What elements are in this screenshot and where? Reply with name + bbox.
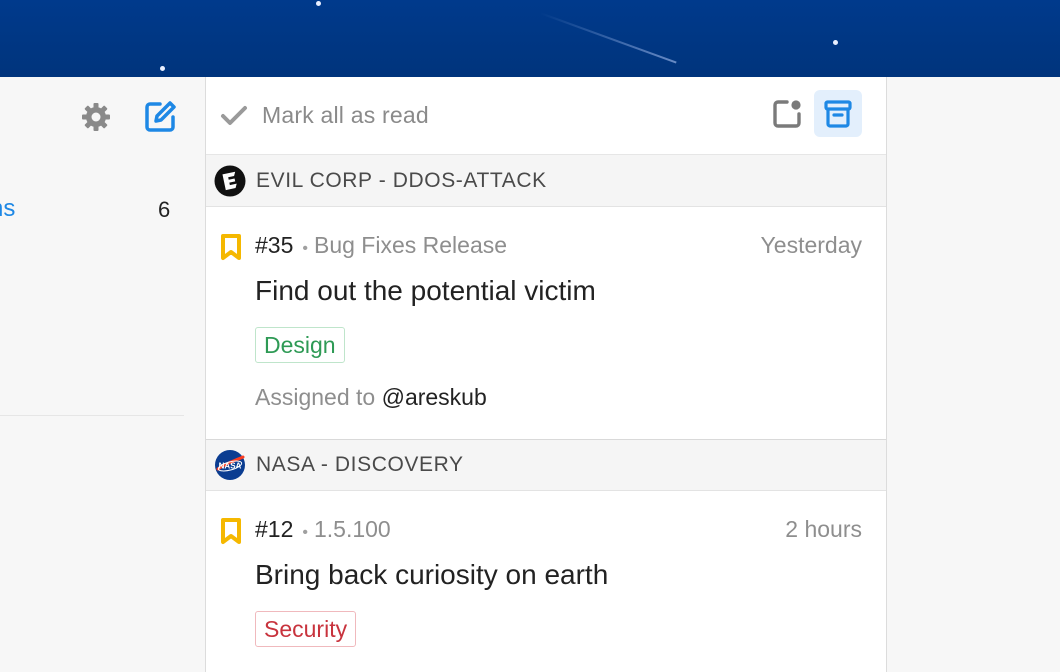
issue-number: #12 xyxy=(255,516,294,542)
mark-all-read-label: Mark all as read xyxy=(262,102,429,128)
unread-filter-button[interactable] xyxy=(763,90,811,137)
mark-all-read-button[interactable]: Mark all as read xyxy=(220,102,429,129)
repo-group-header[interactable]: NASA NASA - DISCOVERY xyxy=(206,439,886,491)
assignee-handle[interactable]: @areskub xyxy=(382,384,487,410)
sidebar-divider xyxy=(0,415,184,416)
archive-icon xyxy=(824,99,852,128)
assigned-prefix: Assigned to xyxy=(255,384,376,410)
notification-time: 2 hours xyxy=(785,516,862,542)
separator-dot: • xyxy=(302,524,308,541)
star-icon xyxy=(833,40,838,45)
separator-dot: • xyxy=(302,240,308,257)
compose-button[interactable] xyxy=(142,99,178,135)
notifications-panel: Mark all as read EVIL CORP - DDOS-ATTACK xyxy=(205,77,887,672)
repo-group-name: NASA - DISCOVERY xyxy=(256,453,464,476)
notification-title[interactable]: Bring back curiosity on earth xyxy=(255,559,608,591)
star-icon xyxy=(160,66,165,71)
assignment-text: Assigned to @areskub xyxy=(255,384,487,411)
notification-meta: #35 • Bug Fixes Release xyxy=(255,232,507,259)
checkmark-icon xyxy=(221,105,247,125)
notification-item[interactable]: #35 • Bug Fixes Release Yesterday Find o… xyxy=(206,207,886,439)
label-tag: Security xyxy=(255,611,357,647)
header-banner xyxy=(0,0,1060,77)
archive-button[interactable] xyxy=(814,90,862,137)
nasa-logo-icon: NASA xyxy=(215,450,245,480)
notification-meta: #12 • 1.5.100 xyxy=(255,516,391,543)
issue-number: #35 xyxy=(255,232,294,258)
notification-item[interactable]: #12 • 1.5.100 2 hours Bring back curiosi… xyxy=(206,491,886,672)
unread-notification-icon xyxy=(773,99,801,128)
compose-icon xyxy=(145,101,176,132)
notifications-toolbar: Mark all as read xyxy=(206,77,886,155)
notification-time: Yesterday xyxy=(760,232,862,258)
sidebar-item-label[interactable]: ns xyxy=(0,195,15,223)
sidebar: ns 6 xyxy=(0,77,205,672)
svg-text:NASA: NASA xyxy=(219,462,242,471)
star-icon xyxy=(316,1,321,6)
evil-corp-logo-icon xyxy=(214,165,246,196)
notification-title[interactable]: Find out the potential victim xyxy=(255,275,596,307)
settings-button[interactable] xyxy=(78,99,114,135)
label-tag: Design xyxy=(255,327,345,363)
bookmark-icon xyxy=(221,518,241,544)
milestone-label: Bug Fixes Release xyxy=(313,232,508,258)
gear-icon xyxy=(82,103,110,131)
sidebar-item-count: 6 xyxy=(158,197,171,222)
repo-group-header[interactable]: EVIL CORP - DDOS-ATTACK xyxy=(206,155,886,207)
bookmark-icon xyxy=(221,234,241,260)
repo-group-name: EVIL CORP - DDOS-ATTACK xyxy=(256,168,547,192)
shooting-star xyxy=(539,12,677,64)
milestone-label: 1.5.100 xyxy=(313,516,391,542)
